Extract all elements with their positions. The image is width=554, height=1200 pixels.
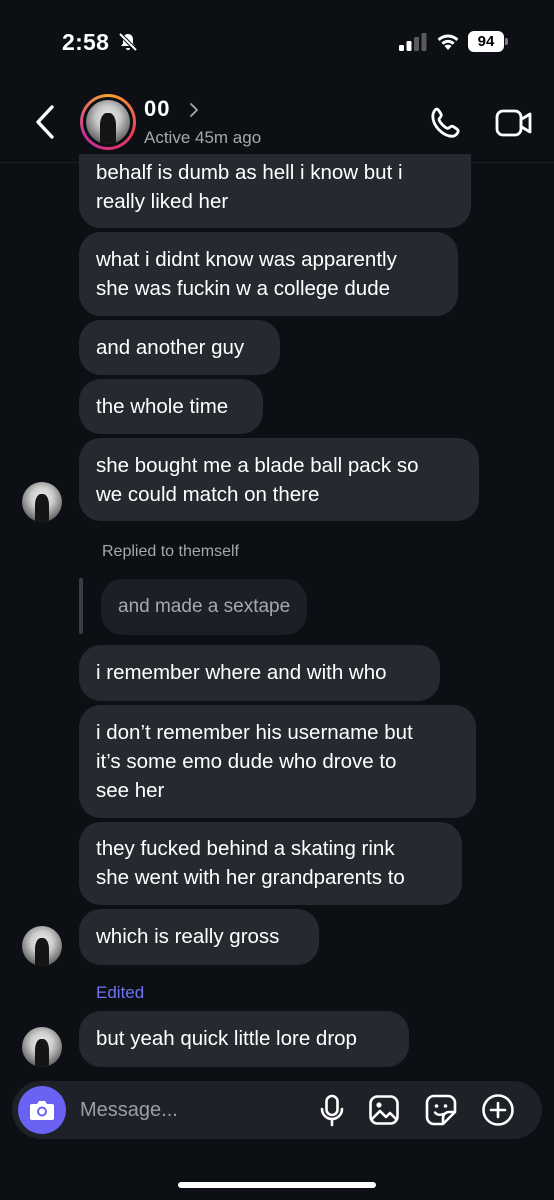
dm-thread-screen: 2:58 94 00 Active 45m ago behalf is dumb… (0, 0, 554, 1200)
message-bubble[interactable]: which is really gross (79, 909, 319, 965)
message-bubble[interactable]: what i didnt know was apparently she was… (79, 232, 458, 316)
sticker-icon[interactable] (424, 1093, 458, 1127)
microphone-icon[interactable] (318, 1094, 346, 1128)
message-bubble[interactable]: and another guy (79, 320, 280, 375)
message-thread[interactable]: behalf is dumb as hell i know but i real… (0, 0, 554, 1200)
message-text: which is really gross (96, 925, 280, 948)
camera-icon (30, 1101, 54, 1120)
message-text: i remember where and with who (96, 661, 387, 684)
edited-label: Edited (96, 983, 145, 1002)
sender-avatar[interactable] (22, 482, 62, 522)
message-bubble[interactable]: the whole time (79, 379, 263, 434)
message-text: they fucked behind a skating rink she we… (96, 837, 405, 889)
message-bubble[interactable]: they fucked behind a skating rink she we… (79, 822, 462, 905)
message-bubble[interactable]: i don’t remember his username but it’s s… (79, 705, 476, 818)
message-bubble[interactable]: i remember where and with who (79, 645, 440, 701)
gallery-icon[interactable] (368, 1094, 400, 1126)
message-text: but yeah quick little lore drop (96, 1027, 357, 1050)
reply-bar (79, 578, 83, 634)
message-input[interactable] (80, 1094, 300, 1126)
camera-button[interactable] (18, 1086, 66, 1134)
message-text: behalf is dumb as hell i know but i real… (96, 161, 403, 213)
message-bubble[interactable]: she bought me a blade ball pack so we co… (79, 438, 479, 521)
plus-icon[interactable] (481, 1093, 515, 1127)
message-text: i don’t remember his username but it’s s… (96, 721, 413, 802)
sender-avatar[interactable] (22, 926, 62, 966)
home-indicator[interactable] (178, 1182, 376, 1188)
message-text: and another guy (96, 336, 245, 359)
message-text: the whole time (96, 395, 229, 418)
message-text: what i didnt know was apparently she was… (96, 248, 397, 300)
quoted-message[interactable]: and made a sextape (101, 579, 308, 635)
sender-avatar[interactable] (22, 1027, 62, 1067)
message-bubble[interactable]: but yeah quick little lore drop (79, 1011, 409, 1067)
reply-label: Replied to themself (102, 543, 239, 560)
message-text: she bought me a blade ball pack so we co… (96, 454, 419, 506)
message-bubble[interactable]: behalf is dumb as hell i know but i real… (79, 154, 471, 228)
